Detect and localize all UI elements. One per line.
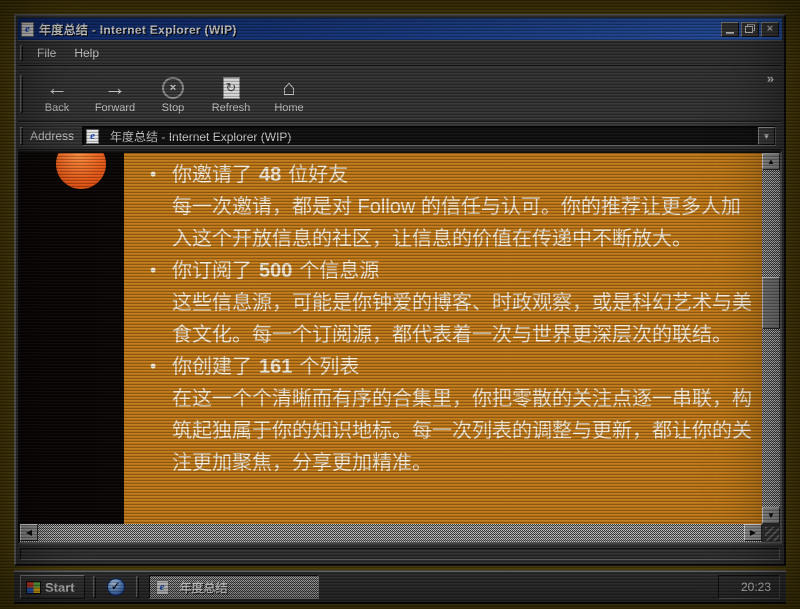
stat-number: 48	[259, 164, 281, 186]
status-bar	[18, 546, 782, 562]
stat-description: 在这一个个清晰而有序的合集里，你把零散的关注点逐一串联，构筑起独属于你的知识地标…	[172, 383, 754, 479]
back-button[interactable]: ← Back	[28, 69, 86, 119]
addressbar-grip[interactable]	[20, 127, 23, 145]
home-button[interactable]: ⌂ Home	[260, 69, 318, 119]
resize-grip-icon	[765, 527, 779, 541]
scroll-right-button[interactable]: ▶	[744, 524, 762, 541]
menu-bar: File Help	[18, 40, 782, 66]
stat-number: 161	[259, 356, 292, 378]
refresh-label: Refresh	[212, 102, 251, 114]
stat-title: 你邀请了48位好友	[172, 159, 754, 191]
stat-title: 你创建了161个列表	[172, 351, 754, 383]
system-tray[interactable]: 20:23	[718, 575, 780, 599]
arrow-up-icon: ▲	[767, 157, 775, 166]
title-bar[interactable]: e 年度总结 - Internet Explorer (WIP) ×	[18, 18, 782, 40]
menu-file[interactable]: File	[28, 43, 65, 63]
scroll-down-button[interactable]: ▼	[762, 507, 780, 524]
arrow-right-icon: ▶	[750, 528, 756, 537]
vertical-scrollbar[interactable]: ▲ ▼	[762, 153, 780, 524]
ie-page-icon: e	[86, 129, 99, 144]
forward-label: Forward	[95, 102, 135, 114]
scroll-up-button[interactable]: ▲	[762, 153, 780, 170]
status-pane	[20, 548, 780, 560]
ie-document-icon: e	[21, 22, 34, 37]
minimize-button[interactable]	[721, 22, 739, 37]
windows-flag-icon	[27, 582, 40, 593]
address-value: 年度总结 - Internet Explorer (WIP)	[110, 128, 758, 145]
stat-description: 每一次邀请，都是对 Follow 的信任与认可。你的推荐让更多人加入这个开放信息…	[172, 191, 754, 255]
bullet-icon: •	[150, 254, 156, 286]
page-viewport: • 你邀请了48位好友 每一次邀请，都是对 Follow 的信任与认可。你的推荐…	[20, 153, 762, 524]
summary-list: • 你邀请了48位好友 每一次邀请，都是对 Follow 的信任与认可。你的推荐…	[138, 159, 754, 479]
list-item: • 你创建了161个列表 在这一个个清晰而有序的合集里，你把零散的关注点逐一串联…	[172, 351, 754, 479]
start-button[interactable]: Start	[20, 575, 85, 599]
arrow-down-icon: ▼	[767, 511, 775, 520]
toolbar: ← Back → Forward × Stop ↻ Refresh ⌂ Home…	[18, 66, 782, 122]
forward-button[interactable]: → Forward	[86, 69, 144, 119]
task-button-active[interactable]: e 年度总结	[149, 575, 319, 599]
list-item: • 你订阅了500个信息源 这些信息源，可能是你钟爱的博客、时政观察，或是科幻艺…	[172, 255, 754, 351]
page-sidebar	[20, 153, 124, 524]
address-input[interactable]: e 年度总结 - Internet Explorer (WIP) ▼	[82, 126, 776, 146]
close-icon: ×	[767, 23, 773, 35]
minimize-icon	[726, 32, 734, 34]
list-item: • 你邀请了48位好友 每一次邀请，都是对 Follow 的信任与认可。你的推荐…	[172, 159, 754, 255]
stat-number: 500	[259, 260, 292, 282]
back-label: Back	[45, 102, 69, 114]
back-arrow-icon: ←	[46, 75, 68, 101]
stat-description: 这些信息源，可能是你钟爱的博客、时政观察，或是科幻艺术与美食文化。每一个订阅源，…	[172, 287, 754, 351]
stop-button[interactable]: × Stop	[144, 69, 202, 119]
taskbar-divider	[136, 576, 139, 598]
menubar-grip[interactable]	[20, 45, 23, 62]
task-button-label: 年度总结	[180, 579, 228, 596]
window-title: 年度总结 - Internet Explorer (WIP)	[39, 21, 719, 38]
stop-icon: ×	[162, 77, 184, 99]
bullet-icon: •	[150, 158, 156, 190]
toolbar-overflow-icon[interactable]: »	[767, 71, 774, 86]
bullet-icon: •	[150, 350, 156, 382]
horizontal-scrollbar[interactable]: ◀ ▶	[20, 524, 762, 542]
toolbar-grip[interactable]	[20, 75, 23, 113]
address-bar: Address e 年度总结 - Internet Explorer (WIP)…	[18, 122, 782, 150]
ie-task-icon: e	[156, 580, 169, 595]
close-button[interactable]: ×	[761, 22, 779, 37]
sun-logo-icon	[56, 153, 106, 189]
address-dropdown-button[interactable]: ▼	[758, 127, 775, 145]
resize-corner[interactable]	[762, 524, 780, 542]
vertical-scrollbar-thumb[interactable]	[762, 277, 780, 329]
restore-icon	[745, 26, 753, 33]
refresh-button[interactable]: ↻ Refresh	[202, 69, 260, 119]
menu-help[interactable]: Help	[65, 43, 108, 63]
quick-launch-icon: ✓	[107, 578, 125, 596]
taskbar-divider	[93, 576, 96, 598]
page-body: • 你邀请了48位好友 每一次邀请，都是对 Follow 的信任与认可。你的推荐…	[124, 153, 762, 524]
forward-arrow-icon: →	[104, 75, 126, 101]
stop-label: Stop	[162, 102, 185, 114]
stat-title: 你订阅了500个信息源	[172, 255, 754, 287]
address-label: Address	[30, 129, 74, 143]
chevron-down-icon: ▼	[763, 132, 771, 141]
restore-button[interactable]	[741, 22, 759, 37]
scroll-left-button[interactable]: ◀	[20, 524, 38, 541]
home-icon: ⌂	[282, 75, 295, 101]
browser-content-area: • 你邀请了48位好友 每一次邀请，都是对 Follow 的信任与认可。你的推荐…	[18, 151, 782, 544]
browser-window: e 年度总结 - Internet Explorer (WIP) × File …	[14, 14, 786, 566]
clock: 20:23	[741, 580, 771, 594]
home-label: Home	[274, 102, 303, 114]
quick-launch-button[interactable]: ✓	[104, 575, 128, 599]
arrow-left-icon: ◀	[26, 528, 32, 537]
refresh-icon: ↻	[223, 77, 240, 99]
taskbar: Start ✓ e 年度总结 20:23	[14, 570, 786, 602]
start-label: Start	[45, 580, 75, 595]
